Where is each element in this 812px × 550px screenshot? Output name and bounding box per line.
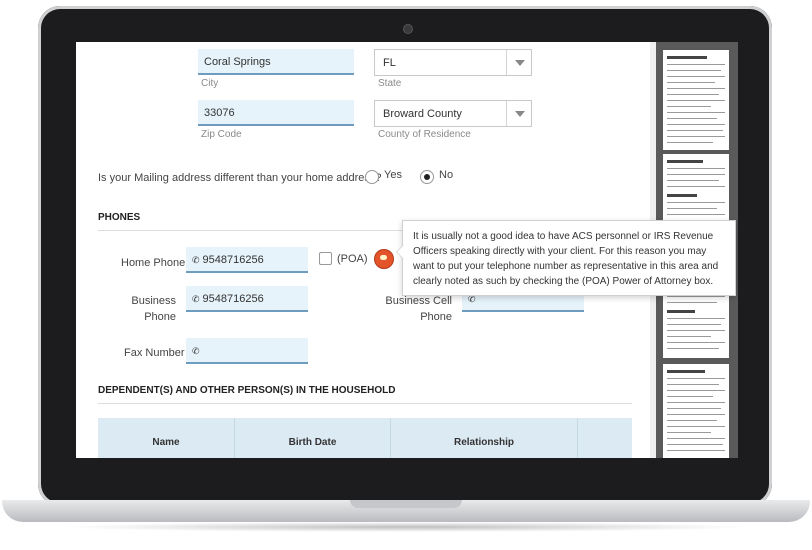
business-cell-label-line1: Business Cell	[385, 295, 452, 307]
column-header-birth-date[interactable]: Birth Date	[235, 418, 390, 458]
city-input[interactable]: Coral Springs	[198, 49, 354, 75]
home-phone-label: Home Phone	[121, 257, 186, 269]
business-phone-label-line1: Business	[131, 295, 176, 307]
mailing-yes-label: Yes	[384, 169, 402, 181]
chevron-down-icon[interactable]	[506, 50, 531, 75]
county-select[interactable]: Broward County	[374, 100, 532, 127]
fax-input[interactable]: ✆	[186, 338, 308, 364]
business-cell-label-line2: Phone	[420, 311, 452, 323]
zip-label: Zip Code	[201, 129, 242, 140]
page-thumbnail[interactable]	[663, 364, 729, 458]
poa-checkbox[interactable]	[319, 252, 332, 265]
poa-label: (POA)	[337, 253, 368, 265]
state-label: State	[378, 78, 402, 89]
screen: Coral Springs City FL State 33076 Zip Co…	[76, 42, 738, 458]
home-phone-value: 9548716256	[202, 254, 264, 266]
business-phone-value: 9548716256	[202, 293, 264, 305]
page-thumbnail[interactable]	[663, 50, 729, 150]
camera-icon	[403, 24, 413, 34]
zip-input[interactable]: 33076	[198, 100, 354, 126]
column-header-relationship[interactable]: Relationship	[391, 418, 577, 458]
phone-icon: ✆	[192, 294, 200, 304]
poa-tooltip: It is usually not a good idea to have AC…	[396, 220, 736, 296]
phone-icon: ✆	[192, 346, 200, 356]
phones-heading: PHONES	[98, 212, 141, 223]
state-select[interactable]: FL	[374, 49, 532, 76]
column-divider	[577, 418, 578, 458]
laptop-shadow	[60, 522, 752, 532]
business-phone-label: Business Phone	[116, 293, 176, 325]
mailing-no-label: No	[439, 169, 454, 181]
chevron-down-icon[interactable]	[506, 101, 531, 126]
dependents-table-header: Name Birth Date Relationship	[98, 418, 632, 458]
state-select-value: FL	[383, 57, 396, 69]
city-label: City	[201, 78, 219, 89]
mailing-no-radio[interactable]	[420, 170, 434, 184]
county-label: County of Residence	[378, 129, 471, 140]
laptop-notch	[350, 500, 462, 508]
dependents-divider	[98, 403, 632, 404]
mailing-question: Is your Mailing address different than y…	[98, 172, 382, 184]
dependents-heading: DEPENDENT(S) AND OTHER PERSON(S) IN THE …	[98, 385, 396, 396]
mailing-yes-radio[interactable]	[365, 170, 379, 184]
business-cell-label: Business Cell Phone	[376, 293, 452, 325]
home-phone-input[interactable]: ✆ 9548716256	[186, 247, 308, 273]
fax-label: Fax Number	[124, 347, 185, 359]
business-phone-label-line2: Phone	[144, 311, 176, 323]
column-header-name[interactable]: Name	[98, 418, 234, 458]
phone-icon: ✆	[192, 255, 200, 265]
county-select-value: Broward County	[383, 108, 462, 120]
mascot-icon[interactable]	[374, 249, 394, 269]
business-phone-input[interactable]: ✆ 9548716256	[186, 286, 308, 312]
